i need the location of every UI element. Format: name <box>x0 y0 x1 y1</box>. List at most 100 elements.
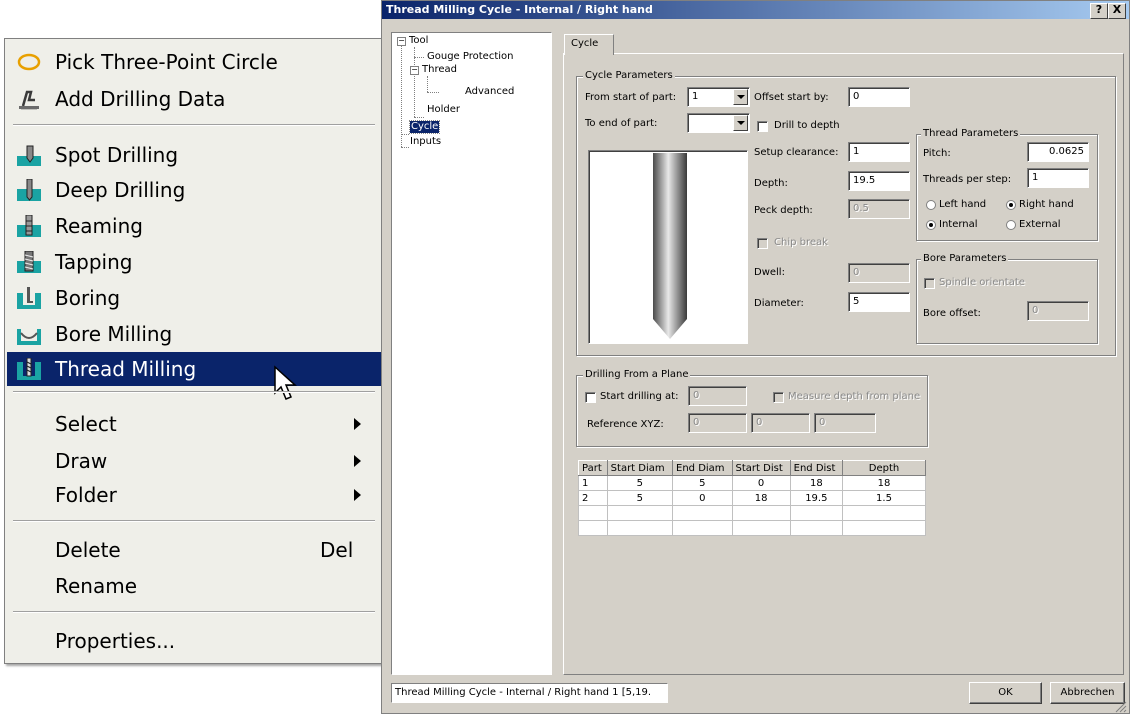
table-cell[interactable]: 0 <box>672 490 733 506</box>
table-cell[interactable] <box>842 520 926 536</box>
tree-item-holder[interactable]: Holder <box>427 104 460 116</box>
table-cell[interactable] <box>578 520 608 536</box>
spindle-orientate-checkbox[interactable] <box>924 278 935 289</box>
group-title: Drilling From a Plane <box>583 369 691 381</box>
resize-grip-icon[interactable] <box>1115 701 1127 713</box>
table-cell[interactable]: 18 <box>731 490 791 506</box>
menu-item-add-drilling-data[interactable]: Add Drilling Data <box>7 82 381 116</box>
menu-item-deep-drilling[interactable]: Deep Drilling <box>7 173 381 207</box>
ok-button[interactable]: OK <box>969 682 1042 704</box>
table-cell[interactable]: 5 <box>672 475 733 491</box>
table-cell[interactable]: 1.5 <box>842 490 926 506</box>
table-cell[interactable] <box>789 505 844 521</box>
cancel-button[interactable]: Abbrechen <box>1050 682 1125 704</box>
menu-item-rename[interactable]: Rename <box>7 569 381 603</box>
navigation-tree: − Tool Gouge Protection − Thread Advance… <box>391 32 552 675</box>
tree-item-thread[interactable]: Thread <box>422 64 457 76</box>
help-button[interactable]: ? <box>1090 3 1108 19</box>
menu-item-draw[interactable]: Draw <box>7 444 381 478</box>
table-cell[interactable]: 5 <box>606 475 674 491</box>
bore-offset-input[interactable]: 0 <box>1027 301 1089 321</box>
setup-clearance-input[interactable]: 1 <box>848 142 910 162</box>
reference-y-input[interactable]: 0 <box>751 413 810 433</box>
start-drilling-label: Start drilling at: <box>600 391 679 402</box>
dropdown-arrow-icon[interactable] <box>733 115 748 131</box>
table-cell[interactable]: 1 <box>578 475 608 491</box>
peck-depth-input[interactable]: 0.5 <box>848 199 910 219</box>
menu-item-reaming[interactable]: Reaming <box>7 209 381 243</box>
collapse-icon[interactable]: − <box>410 66 419 75</box>
chip-break-checkbox[interactable] <box>757 238 768 249</box>
start-drilling-checkbox[interactable] <box>585 392 596 403</box>
tree-item-advanced[interactable]: Advanced <box>465 86 514 98</box>
tab-cycle[interactable]: Cycle <box>564 34 614 55</box>
close-button[interactable]: X <box>1108 3 1126 19</box>
right-hand-radio[interactable] <box>1006 200 1016 210</box>
drill-to-depth-checkbox[interactable] <box>757 121 768 132</box>
menu-item-boring[interactable]: Boring <box>7 281 381 315</box>
table-cell[interactable] <box>731 520 791 536</box>
depth-input[interactable]: 19.5 <box>848 171 910 191</box>
column-header[interactable]: Depth <box>842 460 926 476</box>
dropdown-arrow-icon[interactable] <box>733 89 748 105</box>
collapse-icon[interactable]: − <box>397 37 406 46</box>
dwell-input[interactable]: 0 <box>848 263 910 283</box>
table-cell[interactable] <box>842 505 926 521</box>
table-cell[interactable]: 5 <box>606 490 674 506</box>
threads-per-step-input[interactable]: 1 <box>1027 168 1089 188</box>
menu-item-select[interactable]: Select <box>7 407 381 441</box>
tree-item-tool[interactable]: Tool <box>409 35 428 47</box>
to-end-combo[interactable] <box>687 113 750 133</box>
offset-label: Offset start by: <box>754 92 829 103</box>
menu-item-spot-drilling[interactable]: Spot Drilling <box>7 138 381 172</box>
table-cell[interactable]: 2 <box>578 490 608 506</box>
table-cell[interactable] <box>731 505 791 521</box>
table-cell[interactable] <box>672 520 733 536</box>
measure-depth-checkbox[interactable] <box>773 392 784 403</box>
tree-item-cycle[interactable]: Cycle <box>408 120 441 134</box>
diameter-input[interactable]: 5 <box>848 292 910 312</box>
left-hand-radio[interactable] <box>926 200 936 210</box>
tree-item-gouge-protection[interactable]: Gouge Protection <box>427 51 513 63</box>
group-title: Thread Parameters <box>921 128 1021 140</box>
menu-item-properties[interactable]: Properties... <box>7 624 381 658</box>
start-drilling-input[interactable]: 0 <box>688 386 747 406</box>
table-cell[interactable]: 18 <box>789 475 844 491</box>
table-cell[interactable] <box>672 505 733 521</box>
reference-z-input[interactable]: 0 <box>814 413 876 433</box>
menu-item-tapping[interactable]: Tapping <box>7 245 381 279</box>
tree-item-inputs[interactable]: Inputs <box>410 136 441 148</box>
table-cell[interactable] <box>606 505 674 521</box>
table-cell[interactable] <box>789 520 844 536</box>
column-header[interactable]: End Dist <box>789 460 844 476</box>
table-cell[interactable]: 19.5 <box>789 490 844 506</box>
column-header[interactable]: End Diam <box>672 460 733 476</box>
table-row[interactable] <box>578 505 926 521</box>
menu-item-delete[interactable]: Delete Del <box>7 533 381 567</box>
table-row[interactable]: 1 5 5 0 18 18 <box>578 475 926 491</box>
menu-item-label: Reaming <box>55 214 143 238</box>
table-row[interactable]: 2 5 0 18 19.5 1.5 <box>578 490 926 506</box>
menu-item-folder[interactable]: Folder <box>7 478 381 512</box>
menu-item-bore-milling[interactable]: Bore Milling <box>7 317 381 351</box>
column-header[interactable]: Part <box>578 460 608 476</box>
table-row[interactable] <box>578 520 926 536</box>
internal-radio[interactable] <box>926 220 936 230</box>
table-cell[interactable] <box>606 520 674 536</box>
external-radio[interactable] <box>1006 220 1016 230</box>
from-start-combo[interactable]: 1 <box>687 87 750 107</box>
menu-item-label: Spot Drilling <box>55 143 179 167</box>
table-cell[interactable]: 18 <box>842 475 926 491</box>
column-header[interactable]: Start Diam <box>606 460 674 476</box>
table-cell[interactable]: 0 <box>731 475 791 491</box>
menu-item-pick-three-point-circle[interactable]: Pick Three-Point Circle <box>7 45 381 79</box>
menu-item-thread-milling[interactable]: Thread Milling <box>7 352 381 386</box>
reference-x-input[interactable]: 0 <box>688 413 747 433</box>
table-cell[interactable] <box>578 505 608 521</box>
to-end-label: To end of part: <box>585 118 658 129</box>
pitch-input[interactable]: 0.0625 <box>1027 142 1089 162</box>
offset-input[interactable]: 0 <box>848 87 910 107</box>
column-header[interactable]: Start Dist <box>731 460 791 476</box>
peck-depth-label: Peck depth: <box>754 205 813 216</box>
group-title: Bore Parameters <box>921 253 1009 265</box>
